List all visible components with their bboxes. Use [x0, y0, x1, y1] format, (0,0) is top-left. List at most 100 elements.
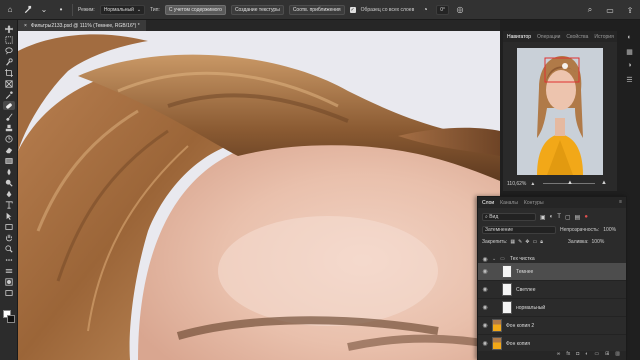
type-content-aware-button[interactable]: С учетом содержимого	[164, 4, 226, 15]
quick-select-tool-icon[interactable]	[3, 57, 15, 66]
eraser-tool-icon[interactable]	[3, 145, 15, 154]
panel-menu-icon[interactable]: ≡	[619, 199, 622, 205]
zoom-out-icon[interactable]: ▲	[530, 181, 535, 187]
layer-name: Тех чистка	[510, 256, 535, 262]
opacity-value[interactable]: 100%	[603, 227, 616, 233]
type-proximity-button[interactable]: Соотв. приближения	[288, 4, 345, 15]
lasso-tool-icon[interactable]	[3, 46, 15, 55]
type-tool-icon[interactable]	[3, 200, 15, 209]
zoom-slider-handle[interactable]: ▲	[567, 180, 573, 186]
tab-channels[interactable]: Каналы	[500, 200, 518, 206]
rectangle-tool-icon[interactable]	[3, 222, 15, 231]
home-icon[interactable]: ⌂	[4, 4, 16, 16]
canvas[interactable]	[18, 31, 500, 360]
mask-icon[interactable]: ◘	[576, 351, 579, 360]
brush-preset-icon[interactable]: •	[55, 4, 67, 16]
tab-navigator[interactable]: Навигатор	[507, 34, 531, 40]
fx-icon[interactable]: fx	[566, 351, 570, 360]
chevron-down-icon: ⌄	[136, 6, 142, 13]
sample-all-layers-label: Образец со всех слоев	[360, 6, 415, 13]
swatches-panel-icon[interactable]: ▦	[625, 47, 634, 56]
hand-tool-icon[interactable]	[3, 233, 15, 242]
tab-history[interactable]: История	[594, 34, 613, 40]
layers-footer: ∞ fx ◘ ◐ ▭ ⊞ ▥	[478, 351, 626, 360]
tab-layers[interactable]: Слои	[482, 200, 494, 206]
crop-tool-icon[interactable]	[3, 68, 15, 77]
tab-properties[interactable]: Свойства	[566, 34, 588, 40]
filter-shape-icon[interactable]: ▢	[565, 214, 571, 221]
dodge-tool-icon[interactable]	[3, 178, 15, 187]
fill-value[interactable]: 100%	[592, 239, 605, 245]
frame-tool-icon[interactable]	[3, 79, 15, 88]
path-select-tool-icon[interactable]	[3, 211, 15, 220]
healing-brush-tool-icon[interactable]	[21, 4, 33, 16]
tab-paths[interactable]: Контуры	[524, 200, 544, 206]
zoom-tool-icon[interactable]	[3, 244, 15, 253]
workspace-icon[interactable]: ▭	[604, 4, 616, 16]
lock-position-icon[interactable]: ✥	[525, 239, 529, 245]
background-color-swatch[interactable]	[7, 315, 15, 323]
pressure-size-icon[interactable]: ◎	[454, 4, 466, 16]
blur-tool-icon[interactable]	[3, 167, 15, 176]
pen-tool-icon[interactable]	[3, 189, 15, 198]
lock-transparent-icon[interactable]: ▦	[510, 239, 515, 245]
move-tool-icon[interactable]	[3, 24, 15, 33]
quick-mask-icon[interactable]	[3, 277, 15, 286]
folder-icon[interactable]: ▭	[594, 351, 599, 360]
search-icon[interactable]: ⌕	[584, 4, 596, 16]
filter-toggle-icon[interactable]: ●	[584, 214, 588, 220]
zoom-value[interactable]: 110,62%	[507, 181, 526, 187]
filter-adjustment-icon[interactable]: ◐	[550, 214, 554, 220]
eye-icon[interactable]: ◉	[478, 286, 492, 293]
filter-pixel-icon[interactable]: ▣	[540, 214, 546, 221]
filter-smart-icon[interactable]: ▤	[575, 214, 581, 221]
document-tab[interactable]: × Фильтры2133.psd @ 111% (Темнее, RGB/16…	[18, 20, 146, 31]
layer-row-normal[interactable]: ◉ нормальный	[478, 299, 626, 317]
gradient-tool-icon[interactable]	[3, 156, 15, 165]
chevron-down-icon[interactable]: ⌄	[38, 4, 50, 16]
layer-row-bg-copy-2[interactable]: ◉ Фон копия 2	[478, 317, 626, 335]
trash-icon[interactable]: ▥	[615, 351, 620, 360]
angle-field[interactable]: 0°	[436, 4, 450, 15]
layer-filter-select[interactable]: ⌕ Вид	[482, 213, 536, 221]
mode-select[interactable]: Нормальный ⌄	[99, 4, 146, 15]
history-brush-tool-icon[interactable]	[3, 134, 15, 143]
layer-row-darker[interactable]: ◉ Темнее	[478, 263, 626, 281]
link-icon[interactable]: ∞	[557, 351, 561, 360]
more-tools-icon[interactable]	[3, 255, 15, 264]
blend-mode-select[interactable]: Затемнение	[482, 226, 556, 234]
navigator-thumbnail[interactable]	[517, 48, 603, 175]
blend-row: Затемнение Непрозрачность: 100%	[482, 226, 616, 234]
new-layer-icon[interactable]: ⊞	[605, 351, 609, 360]
filter-type-icon[interactable]: T	[557, 214, 561, 220]
adjustments-panel-icon[interactable]: ◑	[625, 61, 634, 70]
lock-artboard-icon[interactable]: ▭	[532, 239, 537, 245]
eye-icon[interactable]: ◉	[478, 322, 492, 329]
healing-brush-tool-icon[interactable]	[3, 101, 15, 110]
edit-toolbar-icon[interactable]	[3, 266, 15, 275]
libraries-panel-icon[interactable]: ☰	[625, 75, 634, 84]
share-icon[interactable]: ⇪	[624, 4, 636, 16]
marquee-tool-icon[interactable]	[3, 35, 15, 44]
clone-stamp-tool-icon[interactable]	[3, 123, 15, 132]
zoom-in-icon[interactable]: ▲	[601, 180, 607, 186]
eye-icon[interactable]: ◉	[478, 304, 492, 311]
sample-all-layers-checkbox[interactable]: ✓	[349, 6, 356, 13]
lock-pixels-icon[interactable]: ✎	[518, 239, 522, 245]
eye-icon[interactable]: ◉	[478, 268, 492, 275]
brush-tool-icon[interactable]	[3, 112, 15, 121]
eyedropper-tool-icon[interactable]	[3, 90, 15, 99]
type-create-texture-button[interactable]: Создание текстуры	[230, 4, 284, 15]
adjustment-icon[interactable]: ◐	[585, 351, 588, 360]
lock-all-icon[interactable]: 🔒︎	[540, 239, 543, 245]
color-panel-icon[interactable]: ◐	[625, 33, 634, 42]
eye-icon[interactable]: ◉	[478, 256, 492, 263]
screen-mode-icon[interactable]	[3, 288, 15, 297]
document-close-icon[interactable]: ×	[24, 23, 27, 29]
eye-icon[interactable]: ◉	[478, 340, 492, 347]
chevron-down-icon[interactable]: ⌄	[492, 256, 500, 262]
lock-label: Закрепить:	[482, 239, 508, 245]
tab-actions[interactable]: Операции	[537, 34, 560, 40]
folder-icon: ▭	[500, 256, 505, 262]
layer-row-lighter[interactable]: ◉ Светлее	[478, 281, 626, 299]
